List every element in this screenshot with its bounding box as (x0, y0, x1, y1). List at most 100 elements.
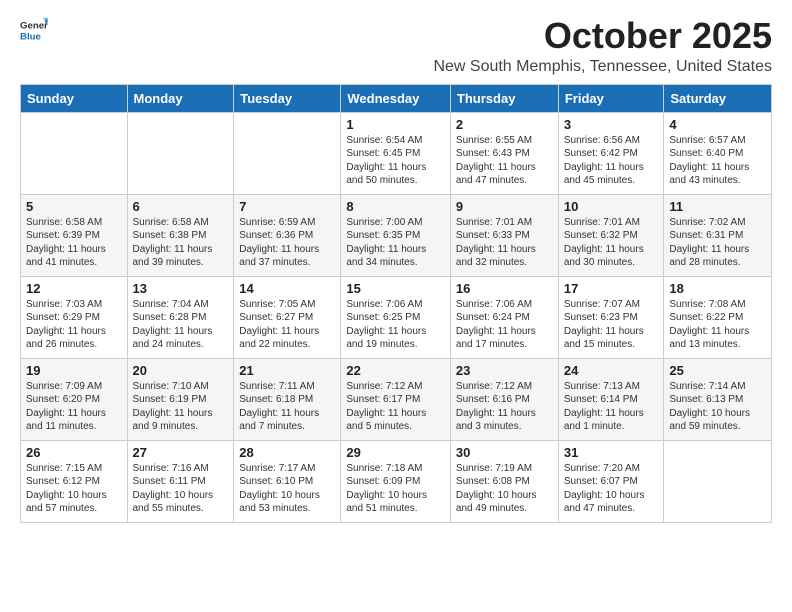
calendar-cell: 8Sunrise: 7:00 AM Sunset: 6:35 PM Daylig… (341, 194, 451, 276)
day-number: 21 (239, 363, 335, 378)
day-info: Sunrise: 7:20 AM Sunset: 6:07 PM Dayligh… (564, 462, 659, 516)
logo: General Blue (20, 16, 48, 44)
day-number: 15 (346, 281, 445, 296)
day-info: Sunrise: 7:16 AM Sunset: 6:11 PM Dayligh… (133, 462, 229, 516)
calendar-cell (234, 112, 341, 194)
calendar-cell: 11 Sunrise: 7:02 AM Sunset: 6:31 PM Dayli… (664, 194, 772, 276)
calendar-week-row: 19 Sunrise: 7:09 AM Sunset: 6:20 PM Dayli… (21, 358, 772, 440)
day-info: Sunrise: 7:07 AM Sunset: 6:23 PM Dayligh… (564, 298, 659, 352)
day-info: Sunrise: 7:05 AM Sunset: 6:27 PM Dayligh… (239, 298, 335, 352)
day-number: 28 (239, 445, 335, 460)
calendar-week-row: 26Sunrise: 7:15 AM Sunset: 6:12 PM Dayli… (21, 440, 772, 522)
calendar-week-row: 12 Sunrise: 7:03 AM Sunset: 6:29 PM Dayli… (21, 276, 772, 358)
day-number: 18 (669, 281, 766, 296)
calendar-cell: 1 Sunrise: 6:54 AM Sunset: 6:45 PM Daylig… (341, 112, 451, 194)
day-number: 17 (564, 281, 659, 296)
weekday-header-sunday: Sunday (21, 84, 128, 112)
weekday-header-wednesday: Wednesday (341, 84, 451, 112)
day-info: Sunrise: 6:55 AM Sunset: 6:43 PM Dayligh… (456, 134, 553, 188)
calendar-cell (127, 112, 234, 194)
day-number: 10 (564, 199, 659, 214)
calendar-cell: 26Sunrise: 7:15 AM Sunset: 6:12 PM Dayli… (21, 440, 128, 522)
day-info: Sunrise: 7:08 AM Sunset: 6:22 PM Dayligh… (669, 298, 766, 352)
calendar-week-row: 5Sunrise: 6:58 AM Sunset: 6:39 PM Daylig… (21, 194, 772, 276)
day-number: 16 (456, 281, 553, 296)
calendar-cell: 19 Sunrise: 7:09 AM Sunset: 6:20 PM Dayli… (21, 358, 128, 440)
calendar-cell: 25 Sunrise: 7:14 AM Sunset: 6:13 PM Dayli… (664, 358, 772, 440)
day-info: Sunrise: 6:54 AM Sunset: 6:45 PM Dayligh… (346, 134, 445, 188)
day-number: 6 (133, 199, 229, 214)
day-number: 11 (669, 199, 766, 214)
svg-text:General: General (20, 20, 48, 31)
calendar-cell: 27 Sunrise: 7:16 AM Sunset: 6:11 PM Dayli… (127, 440, 234, 522)
calendar-cell: 14Sunrise: 7:05 AM Sunset: 6:27 PM Dayli… (234, 276, 341, 358)
day-number: 22 (346, 363, 445, 378)
day-number: 7 (239, 199, 335, 214)
day-info: Sunrise: 7:12 AM Sunset: 6:16 PM Dayligh… (456, 380, 553, 434)
title-area: October 2025 New South Memphis, Tennesse… (433, 16, 772, 76)
calendar-cell: 10 Sunrise: 7:01 AM Sunset: 6:32 PM Dayli… (558, 194, 664, 276)
day-info: Sunrise: 6:57 AM Sunset: 6:40 PM Dayligh… (669, 134, 766, 188)
calendar-cell: 28 Sunrise: 7:17 AM Sunset: 6:10 PM Dayli… (234, 440, 341, 522)
day-info: Sunrise: 6:58 AM Sunset: 6:38 PM Dayligh… (133, 216, 229, 270)
day-info: Sunrise: 7:14 AM Sunset: 6:13 PM Dayligh… (669, 380, 766, 434)
calendar-cell: 24Sunrise: 7:13 AM Sunset: 6:14 PM Dayli… (558, 358, 664, 440)
calendar-cell: 13 Sunrise: 7:04 AM Sunset: 6:28 PM Dayli… (127, 276, 234, 358)
day-number: 12 (26, 281, 122, 296)
day-info: Sunrise: 6:56 AM Sunset: 6:42 PM Dayligh… (564, 134, 659, 188)
calendar-cell: 9Sunrise: 7:01 AM Sunset: 6:33 PM Daylig… (450, 194, 558, 276)
day-number: 25 (669, 363, 766, 378)
day-number: 31 (564, 445, 659, 460)
day-info: Sunrise: 7:00 AM Sunset: 6:35 PM Dayligh… (346, 216, 445, 270)
day-info: Sunrise: 7:19 AM Sunset: 6:08 PM Dayligh… (456, 462, 553, 516)
calendar-cell: 21 Sunrise: 7:11 AM Sunset: 6:18 PM Dayli… (234, 358, 341, 440)
day-number: 20 (133, 363, 229, 378)
day-info: Sunrise: 7:04 AM Sunset: 6:28 PM Dayligh… (133, 298, 229, 352)
calendar-cell: 5Sunrise: 6:58 AM Sunset: 6:39 PM Daylig… (21, 194, 128, 276)
weekday-header-tuesday: Tuesday (234, 84, 341, 112)
calendar-cell: 29Sunrise: 7:18 AM Sunset: 6:09 PM Dayli… (341, 440, 451, 522)
day-info: Sunrise: 7:12 AM Sunset: 6:17 PM Dayligh… (346, 380, 445, 434)
day-info: Sunrise: 7:02 AM Sunset: 6:31 PM Dayligh… (669, 216, 766, 270)
header-area: General Blue October 2025 New South Memp… (20, 16, 772, 76)
calendar-cell: 20 Sunrise: 7:10 AM Sunset: 6:19 PM Dayli… (127, 358, 234, 440)
day-number: 23 (456, 363, 553, 378)
calendar-cell: 6 Sunrise: 6:58 AM Sunset: 6:38 PM Daylig… (127, 194, 234, 276)
weekday-header-monday: Monday (127, 84, 234, 112)
day-number: 1 (346, 117, 445, 132)
calendar-cell: 15 Sunrise: 7:06 AM Sunset: 6:25 PM Dayli… (341, 276, 451, 358)
calendar-cell: 7Sunrise: 6:59 AM Sunset: 6:36 PM Daylig… (234, 194, 341, 276)
calendar-cell: 17 Sunrise: 7:07 AM Sunset: 6:23 PM Dayli… (558, 276, 664, 358)
day-number: 30 (456, 445, 553, 460)
month-title: October 2025 (433, 16, 772, 56)
generalblue-logo-icon: General Blue (20, 16, 48, 44)
day-number: 13 (133, 281, 229, 296)
calendar-cell: 4 Sunrise: 6:57 AM Sunset: 6:40 PM Daylig… (664, 112, 772, 194)
calendar-cell: 3Sunrise: 6:56 AM Sunset: 6:42 PM Daylig… (558, 112, 664, 194)
day-info: Sunrise: 7:01 AM Sunset: 6:32 PM Dayligh… (564, 216, 659, 270)
weekday-header-friday: Friday (558, 84, 664, 112)
calendar-cell (664, 440, 772, 522)
day-number: 4 (669, 117, 766, 132)
calendar-cell: 2 Sunrise: 6:55 AM Sunset: 6:43 PM Daylig… (450, 112, 558, 194)
location-title: New South Memphis, Tennessee, United Sta… (433, 58, 772, 76)
day-info: Sunrise: 7:06 AM Sunset: 6:24 PM Dayligh… (456, 298, 553, 352)
calendar-cell: 16 Sunrise: 7:06 AM Sunset: 6:24 PM Dayli… (450, 276, 558, 358)
calendar-week-row: 1 Sunrise: 6:54 AM Sunset: 6:45 PM Daylig… (21, 112, 772, 194)
day-number: 2 (456, 117, 553, 132)
day-number: 19 (26, 363, 122, 378)
day-info: Sunrise: 7:11 AM Sunset: 6:18 PM Dayligh… (239, 380, 335, 434)
day-info: Sunrise: 7:06 AM Sunset: 6:25 PM Dayligh… (346, 298, 445, 352)
day-info: Sunrise: 7:18 AM Sunset: 6:09 PM Dayligh… (346, 462, 445, 516)
day-info: Sunrise: 7:15 AM Sunset: 6:12 PM Dayligh… (26, 462, 122, 516)
day-info: Sunrise: 7:01 AM Sunset: 6:33 PM Dayligh… (456, 216, 553, 270)
day-number: 27 (133, 445, 229, 460)
day-info: Sunrise: 7:10 AM Sunset: 6:19 PM Dayligh… (133, 380, 229, 434)
weekday-header-row: SundayMondayTuesdayWednesdayThursdayFrid… (21, 84, 772, 112)
day-info: Sunrise: 7:17 AM Sunset: 6:10 PM Dayligh… (239, 462, 335, 516)
page: General Blue October 2025 New South Memp… (0, 0, 792, 539)
calendar-cell: 18 Sunrise: 7:08 AM Sunset: 6:22 PM Dayli… (664, 276, 772, 358)
day-info: Sunrise: 7:09 AM Sunset: 6:20 PM Dayligh… (26, 380, 122, 434)
day-info: Sunrise: 7:03 AM Sunset: 6:29 PM Dayligh… (26, 298, 122, 352)
day-number: 5 (26, 199, 122, 214)
